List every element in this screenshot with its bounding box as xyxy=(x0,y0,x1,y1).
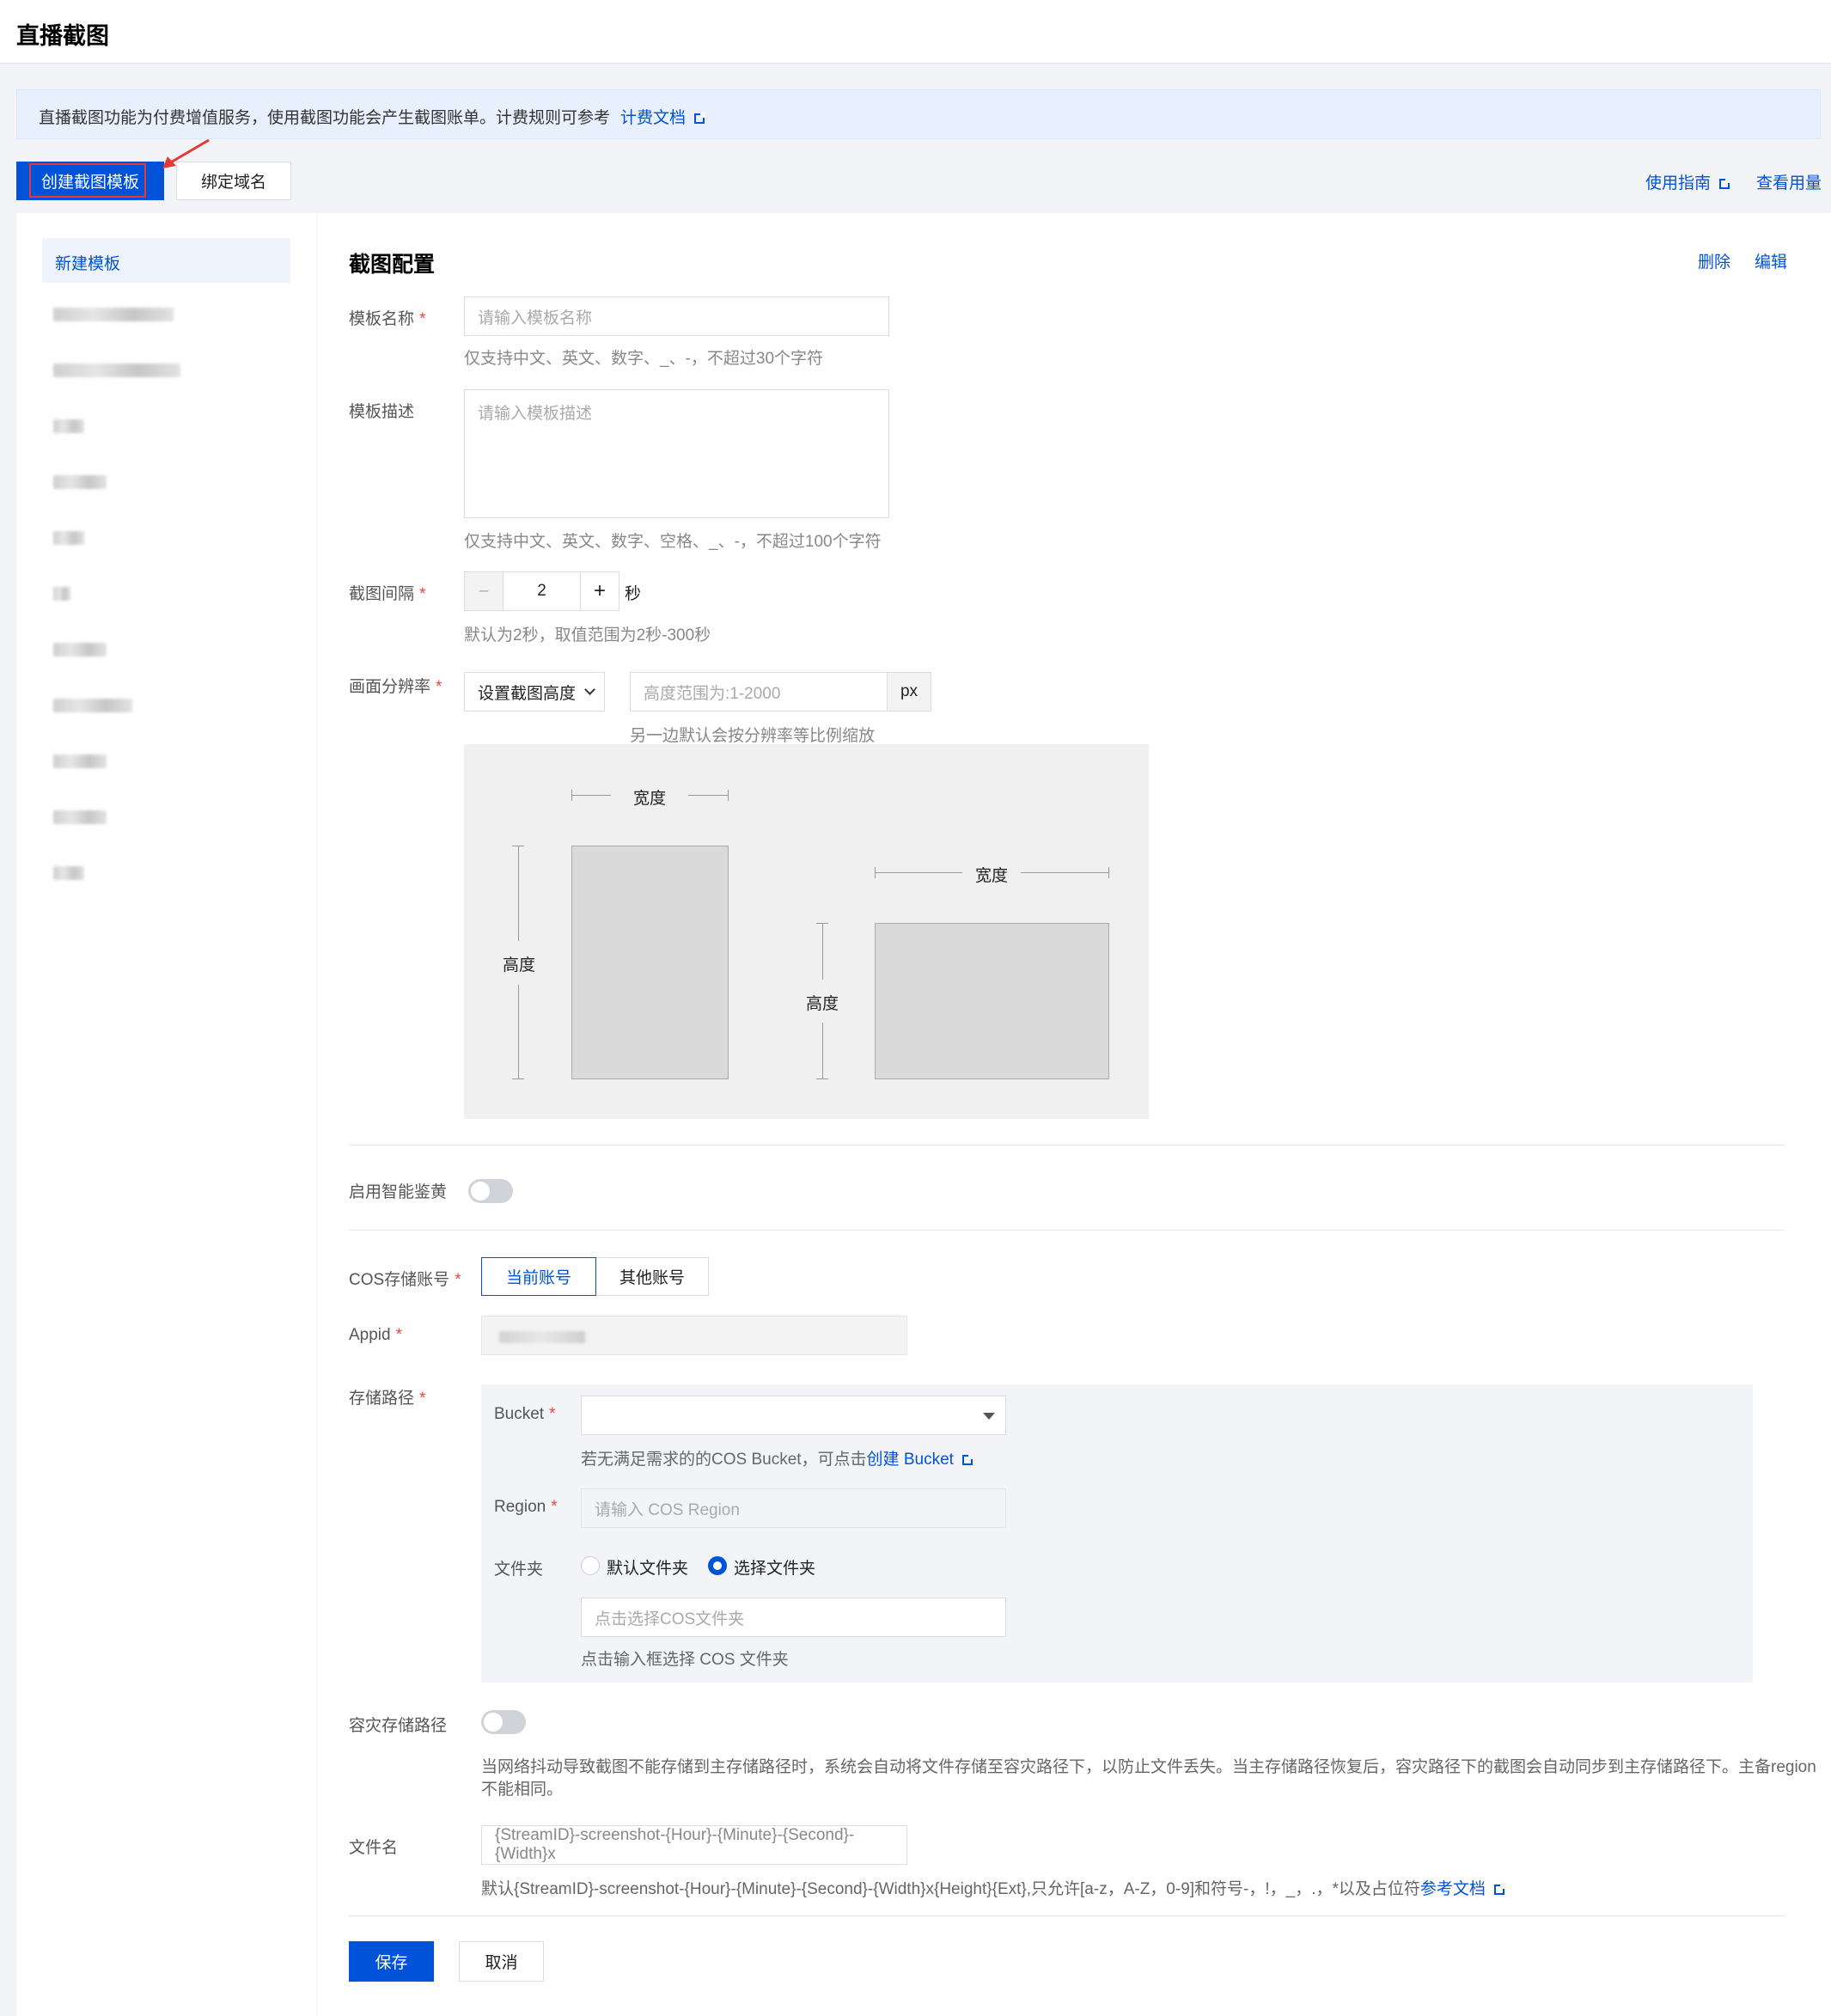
px-addon: px xyxy=(887,672,931,712)
region-label: Region * xyxy=(494,1498,558,1516)
name-label: 模板名称 * xyxy=(349,310,426,328)
caret-down-icon xyxy=(983,1413,995,1420)
desc-label: 模板描述 xyxy=(349,403,415,421)
default-folder-radio[interactable] xyxy=(581,1556,600,1575)
page-header: 直播截图 xyxy=(0,0,1831,64)
interval-unit: 秒 xyxy=(625,585,642,603)
create-bucket-link[interactable]: 创建 Bucket xyxy=(867,1451,974,1469)
storage-path-group: Bucket * 若无满足需求的的COS Bucket，可点击创建 Bucket … xyxy=(481,1384,1753,1683)
diagram-height-label: 高度 xyxy=(806,995,839,1013)
portrait-frame xyxy=(571,846,729,1079)
external-link-icon xyxy=(1493,1882,1506,1895)
resolution-diagram: 宽度 高度 宽度 高度 xyxy=(464,744,1149,1119)
appid-field xyxy=(481,1316,907,1355)
page-title: 直播截图 xyxy=(16,23,109,49)
interval-value[interactable]: 2 xyxy=(504,572,580,610)
external-link-icon xyxy=(961,1452,974,1465)
region-input[interactable]: 请输入 COS Region xyxy=(581,1488,1006,1528)
filename-hint: 默认{StreamID}-screenshot-{Hour}-{Minute}-… xyxy=(481,1876,1506,1899)
list-item[interactable] xyxy=(53,531,84,545)
external-link-icon xyxy=(694,111,707,124)
list-item[interactable] xyxy=(53,866,84,880)
list-item[interactable] xyxy=(53,643,107,657)
backup-path-label: 容灾存储路径 xyxy=(349,1717,448,1735)
billing-doc-link[interactable]: 计费文档 xyxy=(620,109,707,127)
template-name-input[interactable]: 请输入模板名称 xyxy=(464,296,889,336)
diagram-height-label: 高度 xyxy=(503,956,536,974)
highlight-box xyxy=(29,163,146,198)
folder-label: 文件夹 xyxy=(494,1561,544,1579)
choose-folder-radio[interactable] xyxy=(708,1556,727,1575)
storage-path-label: 存储路径 * xyxy=(349,1390,426,1408)
resolution-input[interactable]: 高度范围为:1-2000 xyxy=(630,672,888,712)
increment-button[interactable]: + xyxy=(580,572,619,610)
smart-review-toggle[interactable] xyxy=(468,1179,513,1203)
filename-label: 文件名 xyxy=(349,1839,399,1857)
edit-button[interactable]: 编辑 xyxy=(1755,249,1787,272)
list-item[interactable] xyxy=(53,699,132,712)
decrement-button[interactable]: – xyxy=(465,572,504,610)
appid-label: Appid * xyxy=(349,1326,403,1344)
template-list: 新建模板 xyxy=(16,213,316,2016)
diagram-width-label: 宽度 xyxy=(633,790,667,808)
smart-review-label: 启用智能鉴黄 xyxy=(349,1183,448,1201)
folder-input[interactable]: 点击选择COS文件夹 xyxy=(581,1598,1006,1637)
backup-hint-line1: 当网络抖动导致截图不能存储到主存储路径时，系统会自动将文件存储至容灾路径下，以防… xyxy=(481,1758,1816,1776)
list-item[interactable] xyxy=(53,754,107,768)
default-folder-label: 默认文件夹 xyxy=(607,1560,689,1578)
billing-notice: 直播截图功能为付费增值服务，使用截图功能会产生截图账单。计费规则可参考 计费文档 xyxy=(16,89,1821,139)
bucket-select[interactable] xyxy=(581,1396,1006,1435)
list-item[interactable] xyxy=(53,587,70,601)
list-item[interactable] xyxy=(53,419,84,433)
interval-label: 截图间隔 * xyxy=(349,585,426,603)
external-link-icon xyxy=(1719,176,1732,189)
desc-hint: 仅支持中文、英文、数字、空格、_、-，不超过100个字符 xyxy=(464,533,882,551)
guide-link[interactable]: 使用指南 xyxy=(1645,170,1732,193)
filename-input[interactable]: {StreamID}-screenshot-{Hour}-{Minute}-{S… xyxy=(481,1825,907,1865)
folder-hint: 点击输入框选择 COS 文件夹 xyxy=(581,1651,789,1669)
list-item[interactable] xyxy=(53,363,180,377)
resolution-select[interactable]: 设置截图高度 xyxy=(464,672,605,712)
backup-hint-line2: 不能相同。 xyxy=(481,1781,564,1799)
resolution-hint: 另一边默认会按分辨率等比例缩放 xyxy=(630,727,876,745)
chevron-down-icon xyxy=(584,684,595,695)
save-button[interactable]: 保存 xyxy=(349,1941,434,1982)
usage-link[interactable]: 查看用量 xyxy=(1756,170,1822,193)
template-desc-textarea[interactable]: 请输入模板描述 xyxy=(464,389,889,518)
section-title: 截图配置 xyxy=(349,253,436,277)
list-item[interactable] xyxy=(53,475,107,489)
notice-text: 直播截图功能为付费增值服务，使用截图功能会产生截图账单。计费规则可参考 xyxy=(39,109,611,127)
list-item[interactable] xyxy=(53,308,174,321)
current-account-tab[interactable]: 当前账号 xyxy=(481,1257,596,1296)
bucket-label: Bucket * xyxy=(494,1405,556,1423)
divider xyxy=(349,1230,1785,1231)
other-account-tab[interactable]: 其他账号 xyxy=(596,1257,709,1296)
cancel-button[interactable]: 取消 xyxy=(459,1941,544,1982)
interval-stepper: – 2 + xyxy=(464,571,619,611)
landscape-frame xyxy=(875,923,1109,1079)
sidebar-item-new-template[interactable]: 新建模板 xyxy=(42,238,290,283)
divider xyxy=(349,1915,1785,1916)
bucket-hint: 若无满足需求的的COS Bucket，可点击创建 Bucket xyxy=(581,1446,974,1469)
appid-value xyxy=(499,1331,585,1343)
cos-account-label: COS存储账号 * xyxy=(349,1271,461,1289)
list-item[interactable] xyxy=(53,810,107,824)
backup-path-toggle[interactable] xyxy=(481,1710,526,1734)
interval-hint: 默认为2秒，取值范围为2秒-300秒 xyxy=(464,626,711,645)
delete-button[interactable]: 删除 xyxy=(1698,249,1730,272)
bind-domain-button[interactable]: 绑定域名 xyxy=(176,162,291,200)
name-hint: 仅支持中文、英文、数字、_、-，不超过30个字符 xyxy=(464,350,824,368)
resolution-label: 画面分辨率 * xyxy=(349,678,442,696)
reference-doc-link[interactable]: 参考文档 xyxy=(1420,1880,1506,1898)
choose-folder-label: 选择文件夹 xyxy=(734,1560,816,1578)
diagram-width-label: 宽度 xyxy=(975,867,1009,885)
